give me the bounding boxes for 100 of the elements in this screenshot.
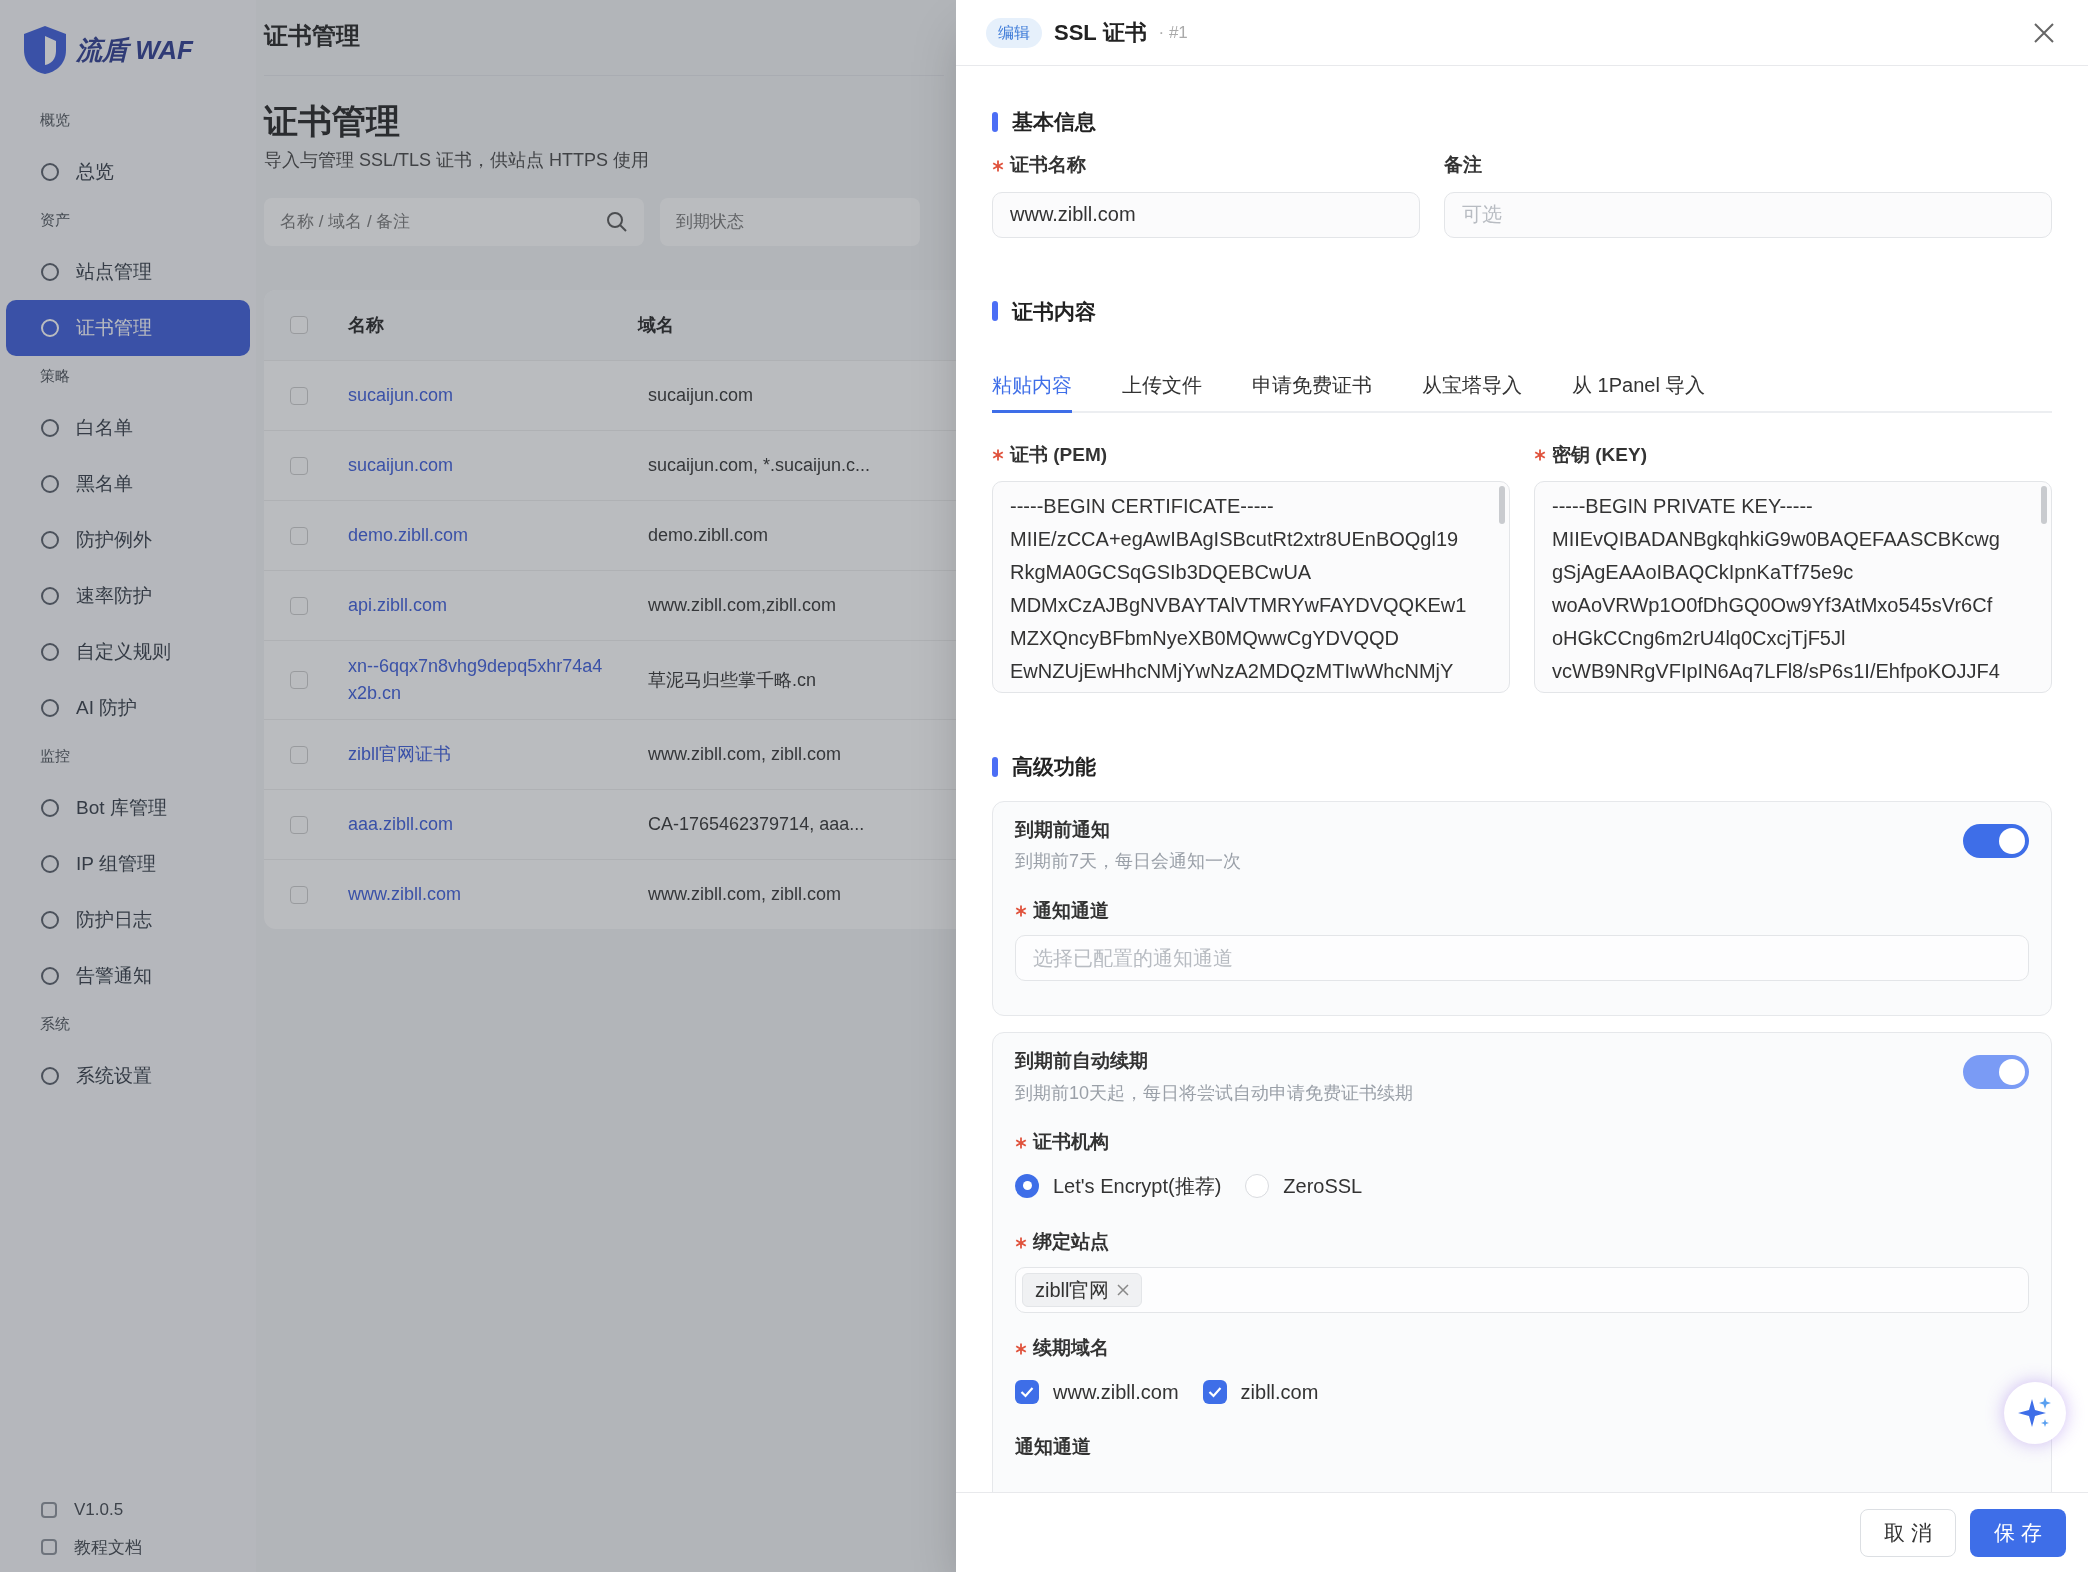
sidebar-heading: 策略 xyxy=(40,367,70,384)
certificate-link[interactable]: zibll官网证书 xyxy=(348,741,608,768)
close-icon xyxy=(2033,21,2055,44)
shield-logo-icon xyxy=(22,24,68,76)
circle-icon xyxy=(40,966,60,986)
card-description: 到期前10天起，每日将尝试自动申请免费证书续期 xyxy=(1015,1081,1414,1105)
drawer-title: SSL 证书 xyxy=(1054,19,1147,47)
table-cell-text: www.zibll.com,zibll.com xyxy=(647,594,837,617)
text-input[interactable]: 可选 xyxy=(1444,191,2052,238)
remove-icon[interactable] xyxy=(1117,1283,1130,1296)
sidebar-item[interactable]: 白名单 xyxy=(6,400,250,456)
circle-icon xyxy=(40,586,60,606)
row-checkbox[interactable] xyxy=(290,885,308,904)
scrollbar-thumb[interactable] xyxy=(2041,486,2047,524)
site-tag: zibll官网 xyxy=(1022,1272,1143,1307)
section-heading: 证书内容 xyxy=(1012,298,1096,325)
table-cell-text: sucaijun.com, *.sucaijun.c... xyxy=(647,454,871,477)
field-label: 绑定站点 xyxy=(1033,1230,1109,1255)
sidebar-item[interactable]: 速率防护 xyxy=(6,568,250,624)
sidebar-heading: 监控 xyxy=(40,747,70,764)
field-label: 证书 (PEM) xyxy=(1010,442,1108,467)
check-icon xyxy=(1207,1385,1222,1398)
circle-icon xyxy=(40,698,60,718)
scrollbar-thumb[interactable] xyxy=(1499,486,1505,524)
sidebar-item[interactable]: 系统设置 xyxy=(6,1048,250,1104)
field-label: 密钥 (KEY) xyxy=(1552,442,1647,467)
sidebar-item[interactable]: AI 防护 xyxy=(6,680,250,736)
page-subtitle: 导入与管理 SSL/TLS 证书，供站点 HTTPS 使用 xyxy=(264,149,650,172)
row-checkbox[interactable] xyxy=(290,745,308,764)
certificate-link[interactable]: sucaijun.com xyxy=(348,452,608,479)
header-checkbox[interactable] xyxy=(290,316,308,334)
status-filter[interactable]: 到期状态 xyxy=(660,198,920,246)
tab[interactable]: 从宝塔导入 xyxy=(1422,359,1522,413)
table-cell-text: CA-1765462379714, aaa... xyxy=(647,813,865,836)
field-label: 证书机构 xyxy=(1033,1130,1109,1155)
card-description: 到期前7天，每日会通知一次 xyxy=(1015,850,1241,873)
edit-badge: 编辑 xyxy=(986,17,1042,48)
save-button[interactable]: 保 存 xyxy=(1970,1508,2066,1557)
sidebar-footer-link[interactable]: V1.0.5 xyxy=(40,1497,124,1523)
cancel-button[interactable]: 取 消 xyxy=(1860,1508,1956,1557)
certificate-link[interactable]: aaa.zibll.com xyxy=(348,811,608,838)
row-checkbox[interactable] xyxy=(290,596,308,615)
table-cell-text: demo.zibll.com xyxy=(647,524,769,547)
document-icon xyxy=(40,1500,58,1519)
sidebar-item[interactable]: Bot 库管理 xyxy=(6,780,250,836)
row-checkbox[interactable] xyxy=(290,456,308,475)
circle-icon xyxy=(40,1066,60,1086)
table-cell-text: www.zibll.com, zibll.com xyxy=(647,883,842,906)
sidebar-heading: 概览 xyxy=(40,111,70,128)
sidebar-item[interactable]: IP 组管理 xyxy=(6,836,250,892)
circle-icon xyxy=(40,530,60,550)
check-icon xyxy=(1020,1385,1034,1398)
toggle-switch[interactable] xyxy=(1963,823,2029,858)
row-checkbox[interactable] xyxy=(290,671,308,689)
key-textarea[interactable]: -----BEGIN PRIVATE KEY----- MIIEvQIBADANBgkqhkiG9w0BAQEFAASCBKcwg gSjAgEAAoIBAQCkIpnKaTf75e9c woAoVRWp1O0fDhGQ0Ow9Yf3AtMxo545sVr6Cf oHGkCCng6m2rU4lq0CxcjTjF5Jl vcWB9NRgVFIpIN6Aq7LFl8/sP6s1I/EhfpoKOJJF4 xyxy=(1535,482,2051,692)
certificate-link[interactable]: xn--6qqx7n8vhg9depq5xhr74a4x2b.cn xyxy=(348,653,608,707)
search-icon xyxy=(606,211,628,233)
sidebar-item[interactable]: 证书管理 xyxy=(6,300,250,356)
circle-icon xyxy=(40,474,60,494)
document-icon xyxy=(40,1538,58,1557)
key-textarea[interactable]: -----BEGIN CERTIFICATE----- MIIE/zCCA+egAwIBAgISBcutRt2xtr8UEnBOQgl19 RkgMA0GCSqGSIb3DQEBCwUA MDMxCzAJBgNVBAYTAlVTMRYwFAYDVQQKEw1 MZXQncyBFbmNyeXB0MQwwCgYDVQQD EwNZUjEwHhcNMjYwNzA2MDQzMTIwWhcNMjY xyxy=(993,482,1509,692)
field-label: 续期域名 xyxy=(1033,1336,1109,1361)
sidebar-footer-link[interactable]: 教程文档 xyxy=(40,1534,142,1560)
table-cell-text: 草泥马归些掌千略.cn xyxy=(647,668,816,692)
certificate-link[interactable]: api.zibll.com xyxy=(348,592,608,619)
circle-icon xyxy=(40,910,60,930)
sidebar-item[interactable]: 防护例外 xyxy=(6,512,250,568)
field-label: 备注 xyxy=(1444,153,1482,178)
breadcrumb: 证书管理 xyxy=(264,22,360,49)
sidebar-item[interactable]: 总览 xyxy=(6,144,250,200)
section-marker xyxy=(992,301,998,322)
row-checkbox[interactable] xyxy=(290,526,308,545)
sidebar-heading: 系统 xyxy=(40,1015,70,1032)
column-header: 名称 xyxy=(348,313,385,337)
sidebar-item[interactable]: 告警通知 xyxy=(6,948,250,1004)
sidebar-item[interactable]: 自定义规则 xyxy=(6,624,250,680)
tab[interactable]: 从 1Panel 导入 xyxy=(1572,359,1706,413)
sidebar-item[interactable]: 黑名单 xyxy=(6,456,250,512)
logo-text: 流盾 WAF xyxy=(76,33,193,67)
tab[interactable]: 申请免费证书 xyxy=(1252,359,1372,413)
certificate-link[interactable]: sucaijun.com xyxy=(348,382,608,409)
circle-icon xyxy=(40,262,60,282)
sidebar-item[interactable]: 站点管理 xyxy=(6,244,250,300)
certificate-link[interactable]: demo.zibll.com xyxy=(348,522,608,549)
field-label: 证书名称 xyxy=(1010,153,1086,178)
section-marker xyxy=(992,111,998,132)
sidebar-item[interactable]: 防护日志 xyxy=(6,892,250,948)
tab[interactable]: 粘贴内容 xyxy=(992,359,1072,413)
tab[interactable]: 上传文件 xyxy=(1122,359,1202,413)
row-checkbox[interactable] xyxy=(290,386,308,405)
row-checkbox[interactable] xyxy=(290,815,308,834)
certificate-link[interactable]: www.zibll.com xyxy=(348,881,608,908)
circle-icon xyxy=(40,798,60,818)
search-field[interactable]: 名称 / 域名 / 备注 xyxy=(264,198,644,246)
section-marker xyxy=(992,756,998,777)
text-input[interactable]: www.zibll.com xyxy=(992,191,1420,238)
sidebar-heading: 资产 xyxy=(40,211,70,228)
table-cell-text: www.zibll.com, zibll.com xyxy=(647,743,842,766)
page-title: 证书管理 xyxy=(264,101,400,142)
card-title: 到期前通知 xyxy=(1015,817,1111,842)
